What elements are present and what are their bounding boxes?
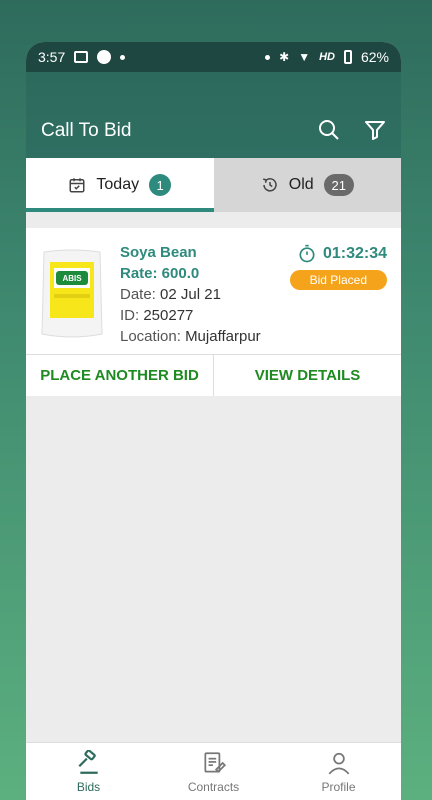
bid-rate: Rate: 600.0 — [120, 265, 200, 282]
profile-icon — [328, 752, 349, 774]
battery-percent: 62% — [360, 49, 389, 65]
battery-icon — [343, 50, 352, 64]
date-value: 02 Jul 21 — [160, 286, 221, 303]
nav-profile-label: Profile — [321, 779, 356, 794]
stopwatch-icon — [299, 244, 315, 263]
vibrate-icon: ✱ — [279, 50, 290, 64]
page-title: Call To Bid — [41, 120, 132, 141]
bid-card[interactable]: ABIS Soya Bean Rate: 600.0 Date: 02 Jul … — [26, 228, 401, 396]
status-badge: Bid Placed — [289, 270, 387, 290]
phone-screen: 3:57 ✱ ▼ HD 62% Call To Bid Today 1 Old … — [26, 42, 401, 800]
nav-bids[interactable]: Bids — [26, 743, 151, 800]
tab-today[interactable]: Today 1 — [26, 158, 214, 212]
tab-old[interactable]: Old 21 — [213, 158, 401, 212]
contract-icon — [203, 751, 226, 773]
notification-dot-icon — [265, 54, 271, 60]
status-time: 3:57 — [38, 49, 66, 65]
id-value: 250277 — [143, 307, 194, 324]
countdown-timer: 01:32:34 — [297, 244, 387, 264]
view-details-button[interactable]: VIEW DETAILS — [213, 355, 401, 396]
search-icon[interactable] — [317, 118, 341, 142]
calendar-icon — [69, 178, 85, 193]
date-label: Date: — [120, 286, 156, 303]
tab-today-label: Today — [96, 176, 140, 193]
id-label: ID: — [120, 307, 140, 324]
wifi-icon: ▼ — [298, 50, 311, 64]
location-label: Location: — [120, 328, 181, 345]
notification-dot-icon — [120, 54, 126, 60]
status-bar: 3:57 ✱ ▼ HD 62% — [26, 42, 401, 72]
network-type: HD — [319, 51, 335, 63]
bottom-nav: Bids Contracts Profile — [26, 742, 401, 800]
nav-contracts-label: Contracts — [187, 779, 240, 794]
place-another-bid-button[interactable]: PLACE ANOTHER BID — [26, 355, 213, 396]
app-notification-icon — [97, 50, 112, 64]
tab-today-count: 1 — [149, 174, 172, 196]
timer-value: 01:32:34 — [322, 245, 387, 262]
nav-contracts[interactable]: Contracts — [151, 743, 276, 800]
nav-profile[interactable]: Profile — [276, 743, 401, 800]
tab-old-label: Old — [288, 176, 314, 193]
gavel-icon — [77, 749, 98, 774]
product-image: ABIS — [40, 248, 104, 340]
app-bar: Call To Bid — [26, 72, 401, 158]
message-icon — [74, 51, 89, 63]
tab-bar: Today 1 Old 21 — [26, 158, 401, 212]
history-icon — [262, 178, 277, 192]
filter-icon[interactable] — [363, 118, 387, 142]
nav-bids-label: Bids — [76, 779, 101, 794]
product-name: Soya Bean — [120, 244, 197, 261]
location-value: Mujaffarpur — [185, 328, 261, 345]
product-brand: ABIS — [62, 274, 82, 283]
tab-old-count: 21 — [323, 174, 354, 196]
